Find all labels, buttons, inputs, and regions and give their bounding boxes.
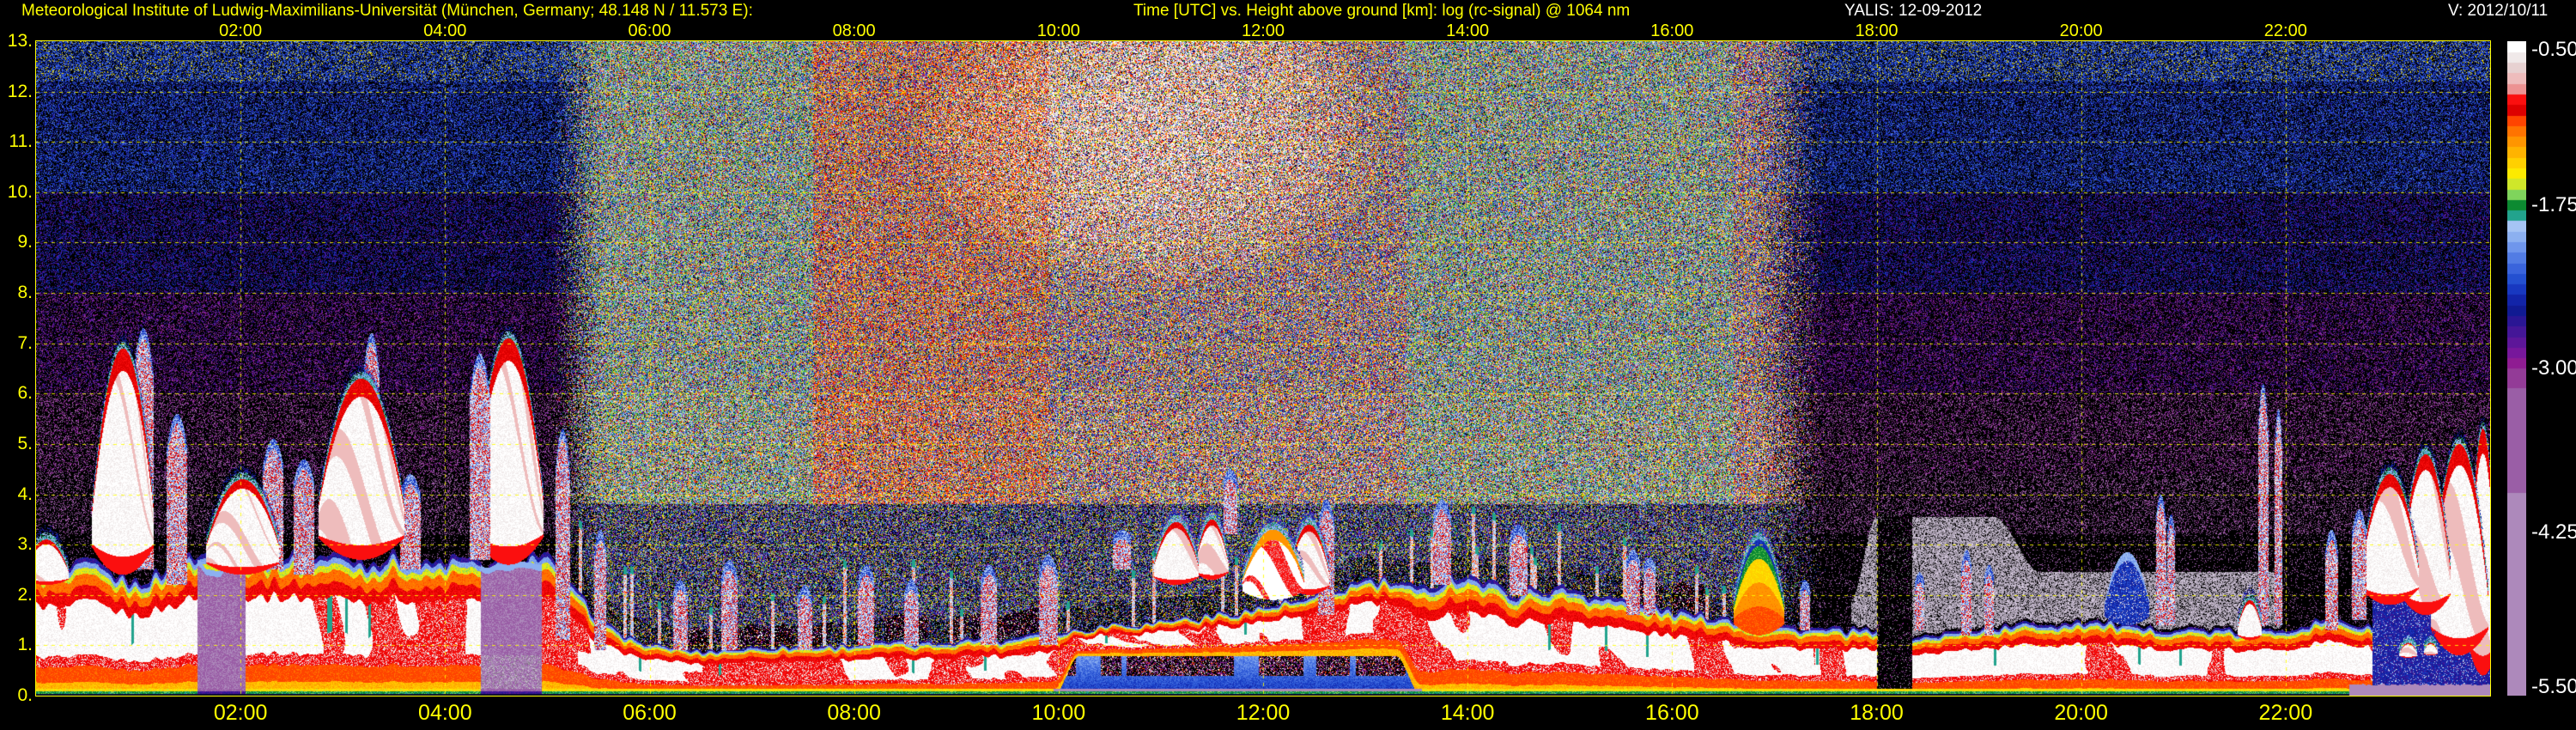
x-tick-top-12:00: 12:00	[1241, 21, 1285, 40]
x-tick-top-06:00: 06:00	[628, 21, 671, 40]
institute-title: Meteorological Institute of Ludwig-Maxim…	[21, 2, 753, 20]
y-tick-6km: 6.	[17, 383, 33, 404]
x-tick-bottom-02:00: 02:00	[213, 701, 268, 725]
x-tick-top-18:00: 18:00	[1855, 21, 1899, 40]
x-tick-top-04:00: 04:00	[423, 21, 467, 40]
version-label: V: 2012/10/11	[2448, 2, 2549, 20]
y-tick-12km: 12.	[7, 81, 33, 101]
lidar-quicklook-page: Meteorological Institute of Ludwig-Maxim…	[0, 0, 2576, 730]
y-tick-9km: 9.	[17, 232, 33, 252]
x-tick-top-14:00: 14:00	[1446, 21, 1490, 40]
x-tick-bottom-06:00: 06:00	[623, 701, 677, 725]
x-tick-bottom-16:00: 16:00	[1645, 701, 1699, 725]
y-tick-7km: 7.	[17, 332, 33, 353]
y-tick-5km: 5.	[17, 433, 33, 453]
system-date-label: YALIS: 12-09-2012	[1844, 2, 1983, 20]
x-tick-bottom-10:00: 10:00	[1031, 701, 1086, 725]
plot-title: Time [UTC] vs. Height above ground [km]:…	[1133, 2, 1631, 20]
y-tick-13km: 13.	[7, 31, 33, 51]
colorbar	[2507, 41, 2526, 696]
y-tick-4km: 4.	[17, 484, 33, 504]
y-tick-11km: 11.	[9, 131, 33, 152]
y-tick-0km: 0.	[17, 685, 33, 705]
heatmap-plot-area	[35, 40, 2491, 697]
y-tick-1km: 1.	[17, 635, 33, 655]
colorbar-tick--4.25: -4.25	[2531, 520, 2576, 544]
x-tick-top-02:00: 02:00	[219, 21, 263, 40]
x-tick-bottom-12:00: 12:00	[1236, 701, 1291, 725]
x-tick-bottom-08:00: 08:00	[827, 701, 881, 725]
x-tick-bottom-20:00: 20:00	[2054, 701, 2108, 725]
x-tick-bottom-18:00: 18:00	[1850, 701, 1904, 725]
x-tick-top-16:00: 16:00	[1650, 21, 1694, 40]
y-tick-8km: 8.	[17, 283, 33, 303]
colorbar-tick--5.50: -5.50	[2531, 675, 2576, 698]
y-tick-2km: 2.	[17, 584, 33, 605]
x-tick-top-20:00: 20:00	[2059, 21, 2103, 40]
x-tick-top-22:00: 22:00	[2263, 21, 2307, 40]
x-tick-top-08:00: 08:00	[832, 21, 876, 40]
colorbar-tick--3.00: -3.00	[2531, 356, 2576, 380]
x-tick-bottom-04:00: 04:00	[418, 701, 472, 725]
colorbar-tick--0.50: -0.50	[2531, 38, 2576, 61]
x-tick-top-10:00: 10:00	[1036, 21, 1080, 40]
y-tick-3km: 3.	[17, 534, 33, 555]
x-tick-bottom-14:00: 14:00	[1440, 701, 1495, 725]
colorbar-tick--1.75: -1.75	[2531, 192, 2576, 216]
y-tick-10km: 10.	[7, 181, 33, 202]
x-tick-bottom-22:00: 22:00	[2258, 701, 2313, 725]
